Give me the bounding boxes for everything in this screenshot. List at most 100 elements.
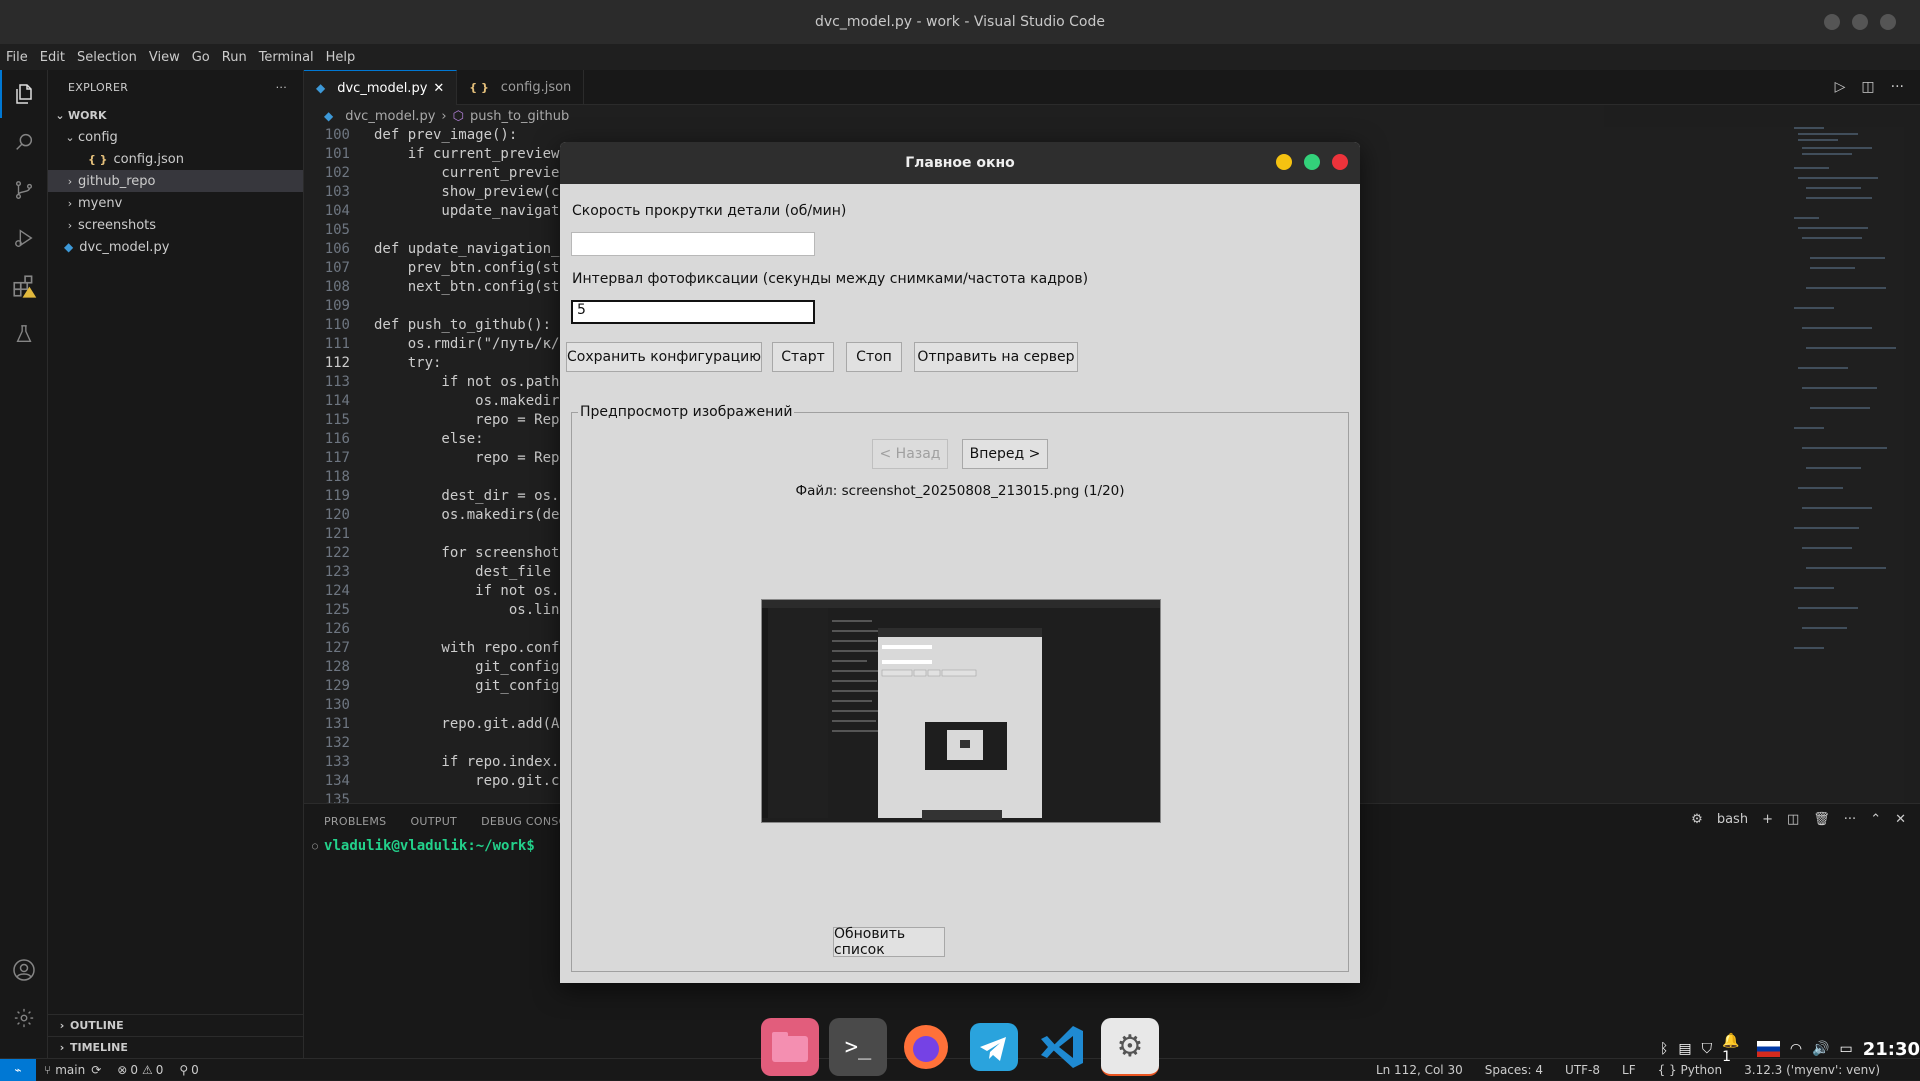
close-panel-icon[interactable]: ✕ <box>1895 812 1906 827</box>
tree-folder-screenshots[interactable]: › screenshots <box>48 214 303 236</box>
editor-tabs: ◆ dvc_model.py ✕ { } config.json ▷ ◫ ··· <box>304 70 1920 105</box>
close-button[interactable] <box>1880 14 1896 30</box>
menu-view[interactable]: View <box>143 50 186 65</box>
shield-icon[interactable]: ⛉ <box>1702 1041 1713 1057</box>
code-text: if repo.index. <box>374 754 560 770</box>
wifi-icon[interactable]: ◠ <box>1790 1041 1802 1057</box>
run-file-icon[interactable]: ▷ <box>1835 79 1846 95</box>
vscode-icon[interactable] <box>1033 1018 1091 1076</box>
tab-config-json[interactable]: { } config.json <box>457 70 585 105</box>
testing-icon[interactable] <box>0 310 48 358</box>
minimize-button[interactable] <box>1824 14 1840 30</box>
menu-go[interactable]: Go <box>186 50 216 65</box>
indentation[interactable]: Spaces: 4 <box>1485 1063 1543 1077</box>
interval-input[interactable]: 5 <box>571 300 815 324</box>
dialog-minimize-button[interactable] <box>1276 154 1292 170</box>
terminal-icon[interactable]: >_ <box>829 1018 887 1076</box>
json-file-icon: { } <box>469 81 489 94</box>
split-editor-icon[interactable]: ◫ <box>1861 79 1874 95</box>
sync-icon[interactable]: ⟳ <box>91 1063 101 1077</box>
workspace-root[interactable]: ⌄ WORK <box>48 104 303 126</box>
maximize-button[interactable] <box>1852 14 1868 30</box>
python-interpreter[interactable]: 3.12.3 ('myenv': venv) <box>1744 1063 1880 1077</box>
save-config-button[interactable]: Сохранить конфигурацию <box>566 342 762 372</box>
tree-folder-config[interactable]: ⌄ config <box>48 126 303 148</box>
telegram-icon[interactable] <box>965 1018 1023 1076</box>
warning-count[interactable]: 0 <box>156 1063 164 1077</box>
stop-button[interactable]: Стоп <box>846 342 902 372</box>
language-mode[interactable]: { } Python <box>1658 1063 1723 1077</box>
terminal-shell-label[interactable]: bash <box>1717 812 1748 827</box>
dialog-close-button[interactable] <box>1332 154 1348 170</box>
encoding[interactable]: UTF-8 <box>1565 1063 1600 1077</box>
ports-count[interactable]: 0 <box>191 1063 199 1077</box>
tree-file-dvc-model[interactable]: ◆ dvc_model.py <box>48 236 303 258</box>
breadcrumb-symbol[interactable]: push_to_github <box>470 109 569 124</box>
clipboard-icon[interactable]: ▤ <box>1678 1041 1691 1057</box>
git-branch[interactable]: main <box>55 1063 85 1077</box>
line-number: 113 <box>324 374 350 390</box>
russian-flag-icon[interactable] <box>1757 1041 1780 1057</box>
split-terminal-icon[interactable]: ◫ <box>1787 812 1799 827</box>
firefox-icon[interactable] <box>897 1018 955 1076</box>
more-actions-icon[interactable]: ··· <box>1891 79 1904 95</box>
account-icon[interactable] <box>0 946 48 994</box>
tree-file-config-json[interactable]: { } config.json <box>48 148 303 170</box>
maximize-panel-icon[interactable]: ⌃ <box>1870 812 1881 827</box>
settings-icon[interactable]: ⚙ <box>1101 1018 1159 1076</box>
forward-button[interactable]: Вперед > <box>962 439 1048 469</box>
notification-icon[interactable]: 🔔1 <box>1722 1033 1747 1065</box>
menu-selection[interactable]: Selection <box>71 50 143 65</box>
back-button[interactable]: < Назад <box>872 439 948 469</box>
extensions-icon[interactable] <box>0 262 48 310</box>
panel-tab-output[interactable]: OUTPUT <box>410 815 457 828</box>
close-tab-icon[interactable]: ✕ <box>433 81 444 96</box>
code-text: git_config <box>374 659 560 675</box>
breadcrumb-file[interactable]: dvc_model.py <box>345 109 435 124</box>
start-button[interactable]: Старт <box>772 342 834 372</box>
line-number: 111 <box>324 336 350 352</box>
more-actions-button[interactable]: ··· <box>276 81 287 94</box>
bluetooth-icon[interactable]: ᛒ <box>1660 1041 1668 1057</box>
menu-help[interactable]: Help <box>320 50 362 65</box>
error-count[interactable]: 0 <box>130 1063 138 1077</box>
search-icon[interactable] <box>0 118 48 166</box>
trash-icon[interactable]: 🗑 <box>1813 812 1830 827</box>
outline-section[interactable]: › OUTLINE <box>48 1014 304 1036</box>
run-debug-icon[interactable] <box>0 214 48 262</box>
code-text: current_previe <box>374 165 560 181</box>
file-label: Файл: screenshot_20250808_213015.png (1/… <box>795 483 1125 499</box>
dialog-titlebar: Главное окно <box>560 142 1360 184</box>
minimap[interactable] <box>1784 127 1904 803</box>
clock[interactable]: 21:30 <box>1863 1039 1920 1060</box>
panel-tab-problems[interactable]: PROBLEMS <box>324 815 386 828</box>
menu-edit[interactable]: Edit <box>34 50 71 65</box>
line-ending[interactable]: LF <box>1622 1063 1636 1077</box>
dialog-maximize-button[interactable] <box>1304 154 1320 170</box>
cursor-position[interactable]: Ln 112, Col 30 <box>1376 1063 1463 1077</box>
tab-dvc-model[interactable]: ◆ dvc_model.py ✕ <box>304 70 458 105</box>
timeline-label: TIMELINE <box>70 1041 128 1054</box>
tree-folder-github-repo[interactable]: › github_repo <box>48 170 303 192</box>
new-terminal-icon[interactable]: + <box>1762 812 1773 827</box>
refresh-list-button[interactable]: Обновить список <box>833 926 945 958</box>
menu-run[interactable]: Run <box>216 50 253 65</box>
files-icon[interactable] <box>0 70 48 118</box>
menu-file[interactable]: File <box>0 50 34 65</box>
tree-folder-myenv[interactable]: › myenv <box>48 192 303 214</box>
chevron-right-icon: › <box>67 218 73 232</box>
remote-icon[interactable]: ⌁ <box>0 1058 36 1081</box>
tree-item-label: myenv <box>78 195 123 211</box>
more-actions-icon[interactable]: ··· <box>1844 812 1856 827</box>
files-icon[interactable] <box>761 1018 819 1076</box>
send-to-server-button[interactable]: Отправить на сервер <box>914 342 1078 372</box>
source-control-icon[interactable] <box>0 166 48 214</box>
timeline-section[interactable]: › TIMELINE <box>48 1036 304 1058</box>
volume-icon[interactable]: 🔊 <box>1812 1041 1829 1057</box>
battery-icon[interactable]: ▭ <box>1839 1041 1852 1057</box>
code-text: if current_preview <box>374 146 560 162</box>
settings-icon[interactable] <box>0 994 48 1042</box>
menu-terminal[interactable]: Terminal <box>253 50 320 65</box>
speed-input[interactable] <box>571 232 815 256</box>
